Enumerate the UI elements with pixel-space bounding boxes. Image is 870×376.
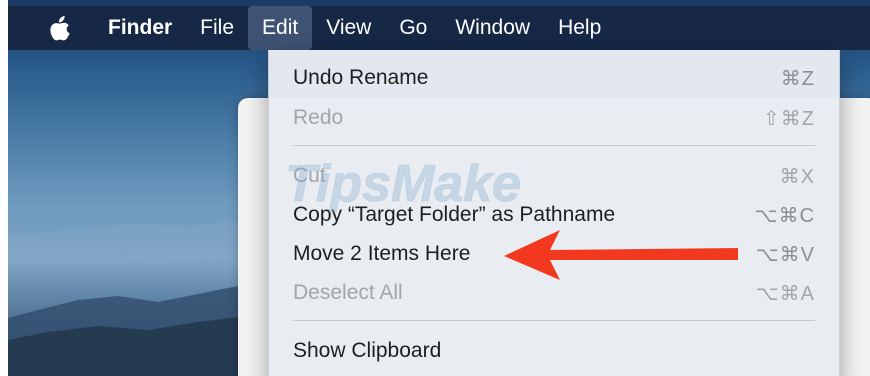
menu-go[interactable]: Go <box>385 6 441 50</box>
menu-item-show-clipboard[interactable]: Show Clipboard <box>293 333 815 369</box>
menu-finder[interactable]: Finder <box>88 6 186 50</box>
apple-logo-icon[interactable] <box>32 6 88 50</box>
menu-item-undo-rename[interactable]: Undo Rename ⌘Z <box>293 60 815 96</box>
shortcut-redo: ⇧⌘Z <box>763 107 815 130</box>
menu-separator <box>293 145 815 146</box>
menu-item-redo: Redo ⇧⌘Z <box>293 106 815 130</box>
shortcut-cut: ⌘X <box>779 165 815 188</box>
menu-separator <box>293 320 815 321</box>
red-arrow-icon <box>504 230 738 280</box>
menu-bar: Finder File Edit View Go Window Help <box>8 6 870 50</box>
menu-edit[interactable]: Edit <box>248 6 313 50</box>
edit-menu-dropdown: Undo Rename ⌘Z Redo ⇧⌘Z Cut ⌘X Copy “Tar… <box>268 50 840 376</box>
screenshot-frame: Finder File Edit View Go Window Help Und… <box>0 0 870 376</box>
shortcut-undo: ⌘Z <box>780 67 815 90</box>
shortcut-copy-pathname: ⌥⌘C <box>754 204 815 227</box>
shortcut-deselect-all: ⌥⌘A <box>755 282 815 305</box>
menu-window[interactable]: Window <box>441 6 544 50</box>
shortcut-move-items: ⌥⌘V <box>755 243 815 266</box>
menu-item-cut: Cut ⌘X <box>293 164 815 188</box>
menu-view[interactable]: View <box>312 6 385 50</box>
menu-file[interactable]: File <box>186 6 248 50</box>
arrow-shape <box>504 230 738 280</box>
menu-help[interactable]: Help <box>544 6 615 50</box>
